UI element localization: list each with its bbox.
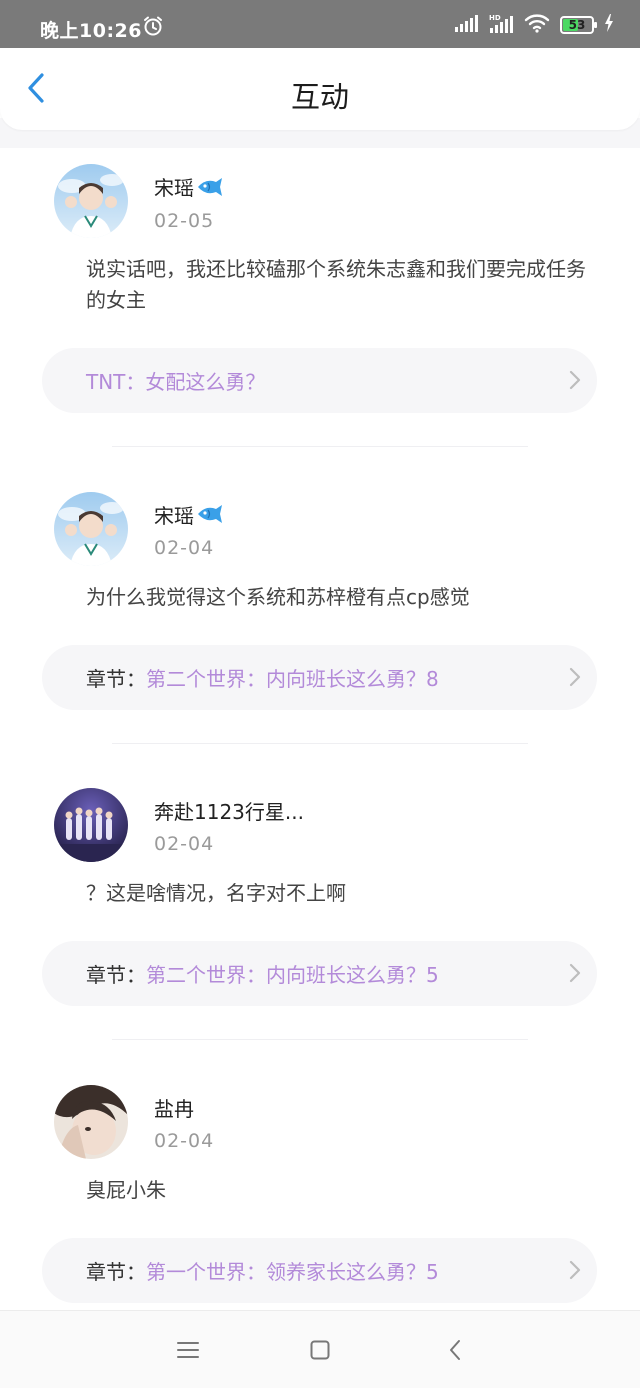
interaction-feed: 宋瑶 02-05 说实话吧，我还比较磕那个系统朱志鑫和我们要完成任务的女主 TN… — [0, 148, 640, 1334]
link-label: 章节： — [86, 1259, 146, 1284]
comment-text: 臭屁小朱 — [86, 1177, 166, 1202]
link-label: 章节： — [86, 666, 146, 691]
home-button[interactable] — [305, 1335, 335, 1365]
back-nav-button[interactable] — [440, 1335, 470, 1365]
list-item: 宋瑶 02-04 为什么我觉得这个系统和苏梓橙有点cp感觉 章节： 第二个世界：… — [0, 445, 640, 744]
chapter-link[interactable]: 章节： 第二个世界：内向班长这么勇？5 — [42, 941, 597, 1006]
fish-icon — [198, 177, 222, 196]
link-text: 第一个世界：领养家长这么勇？5 — [146, 1259, 439, 1284]
battery-level: 53 — [568, 18, 586, 32]
avatar[interactable] — [54, 491, 128, 566]
list-item: 宋瑶 02-05 说实话吧，我还比较磕那个系统朱志鑫和我们要完成任务的女主 TN… — [0, 148, 640, 447]
chapter-link[interactable]: TNT：女配这么勇？ — [42, 348, 597, 413]
header: 互动 — [0, 48, 640, 130]
user-name: 盐冉 — [154, 1096, 194, 1121]
svg-text:HD: HD — [489, 14, 501, 22]
battery-icon: 53 — [560, 16, 597, 34]
link-text: 第二个世界：内向班长这么勇？5 — [146, 963, 439, 987]
charging-icon — [604, 14, 614, 36]
comment-text: 说实话吧，我还比较磕那个系统朱志鑫和我们要完成任务的女主 — [86, 257, 586, 312]
post-date: 02-04 — [154, 833, 215, 855]
signal-icon — [454, 14, 478, 36]
post-date: 02-04 — [154, 1129, 215, 1152]
page-title: 互动 — [290, 80, 349, 114]
menu-button[interactable] — [173, 1335, 203, 1365]
comment-text: 为什么我觉得这个系统和苏梓橙有点cp感觉 — [86, 584, 470, 609]
chapter-link[interactable]: 章节： 第二个世界：内向班长这么勇？8 — [42, 644, 597, 710]
chevron-right-icon — [569, 370, 581, 390]
post-date: 02-05 — [154, 210, 215, 232]
link-text: 第二个世界：内向班长这么勇？8 — [146, 666, 439, 691]
home-square-icon — [310, 1340, 330, 1360]
avatar[interactable] — [54, 788, 128, 862]
chevron-right-icon — [569, 963, 581, 983]
link-text: TNT：女配这么勇？ — [86, 370, 266, 394]
system-nav-bar — [0, 1310, 640, 1388]
chapter-link[interactable]: 章节： 第一个世界：领养家长这么勇？5 — [42, 1237, 597, 1303]
status-time: 晚上10:26 — [40, 20, 142, 42]
post-date: 02-04 — [154, 536, 215, 559]
list-item: 奔赴1123行星... 02-04 ？这是啥情况，名字对不上啊 章节： 第二个世… — [0, 741, 640, 1040]
chevron-right-icon — [569, 667, 581, 686]
comment-text: ？这是啥情况，名字对不上啊 — [86, 881, 346, 905]
avatar[interactable] — [54, 164, 128, 238]
wifi-icon — [524, 13, 550, 37]
link-label: 章节： — [86, 963, 146, 987]
hd-signal-icon: HD — [488, 13, 514, 37]
user-name: 宋瑶 — [154, 172, 224, 201]
menu-icon — [177, 1342, 199, 1358]
avatar[interactable] — [54, 1084, 128, 1159]
status-bar: 晚上10:26 HD 53 — [0, 0, 640, 48]
user-name: 奔赴1123行星... — [154, 800, 304, 824]
alarm-icon — [142, 15, 164, 37]
list-item: 盐冉 02-04 臭屁小朱 章节： 第一个世界：领养家长这么勇？5 — [0, 1038, 640, 1335]
back-triangle-icon — [450, 1340, 460, 1360]
user-name: 宋瑶 — [154, 500, 224, 529]
chevron-right-icon — [569, 1260, 581, 1279]
fish-icon — [198, 505, 222, 523]
